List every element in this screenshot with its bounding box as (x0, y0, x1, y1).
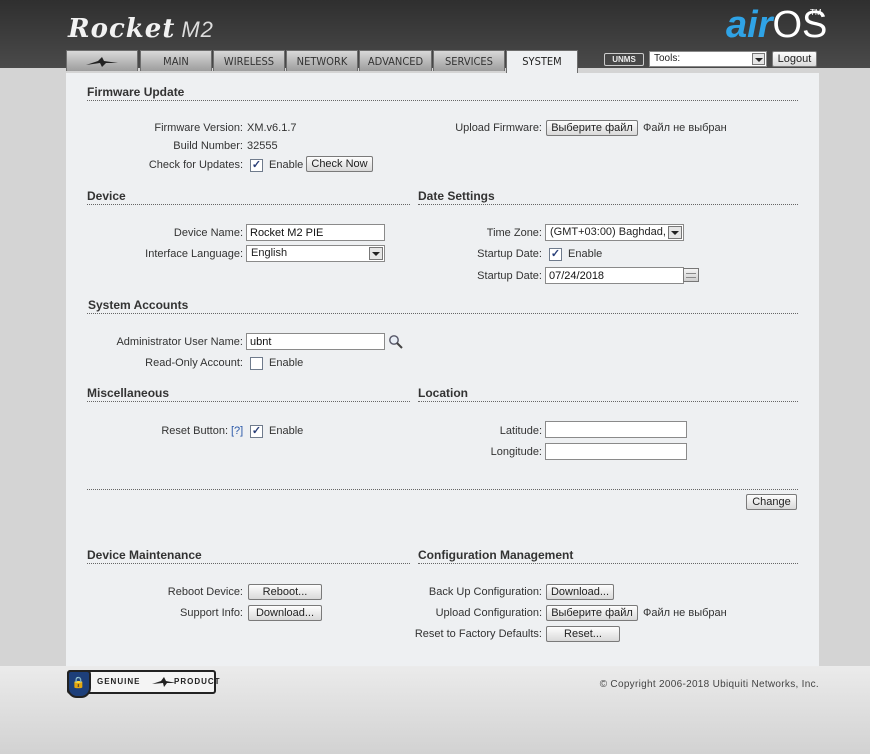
genuine-product-badge: 🔒 GENUINE PRODUCT (67, 670, 220, 698)
logout-button[interactable]: Logout (772, 51, 817, 67)
unms-button[interactable]: UNMS (604, 53, 644, 66)
tab-main[interactable]: MAIN (140, 50, 212, 71)
section-divider (418, 204, 798, 205)
section-title-misc: Miscellaneous (87, 386, 170, 400)
startup-date-label: Startup Date: (477, 270, 542, 282)
change-button[interactable]: Change (746, 494, 797, 510)
interface-language-label: Interface Language: (145, 248, 243, 260)
tab-wireless[interactable]: WIRELESS (213, 50, 285, 71)
chevron-down-icon (369, 247, 383, 260)
tab-system[interactable]: SYSTEM (506, 50, 578, 73)
lock-shield-icon: 🔒 (67, 670, 91, 698)
build-number-label: Build Number: (173, 140, 243, 152)
ubiquiti-logo-icon (86, 57, 118, 67)
firmware-version-value: XM.v6.1.7 (247, 122, 297, 134)
backup-config-label: Back Up Configuration: (428, 586, 542, 598)
tools-value: Tools: (654, 53, 681, 64)
firmware-version-label: Firmware Version: (154, 122, 243, 134)
startup-date-enable-text: Enable (568, 248, 603, 260)
section-divider (87, 489, 798, 490)
genuine-text: GENUINE (97, 677, 141, 686)
upload-config-label: Upload Configuration: (435, 607, 542, 619)
choose-firmware-file-button[interactable]: Выберите файл (546, 120, 638, 136)
support-download-button[interactable]: Download... (248, 605, 322, 621)
section-divider (87, 401, 410, 402)
logo-text: Rocket (68, 14, 176, 44)
time-zone-select[interactable]: (GMT+03:00) Baghdad, I (545, 224, 684, 241)
system-panel: Firmware Update Firmware Version: XM.v6.… (66, 73, 819, 666)
reset-button-enable-text: Enable (269, 425, 304, 437)
startup-date-input[interactable] (545, 267, 684, 284)
tab-services[interactable]: SERVICES (433, 50, 505, 71)
chevron-down-icon (668, 226, 682, 239)
readonly-account-checkbox[interactable] (250, 357, 263, 370)
tab-advanced[interactable]: ADVANCED (359, 50, 432, 71)
reset-help-link[interactable]: [?] (231, 425, 243, 437)
check-updates-label: Check for Updates: (148, 159, 243, 171)
model-text: M2 (181, 17, 214, 42)
trademark-mark: TM (810, 8, 822, 17)
section-title-date: Date Settings (418, 189, 495, 203)
section-title-accounts: System Accounts (88, 298, 189, 312)
calendar-icon[interactable] (683, 268, 699, 282)
interface-language-select[interactable]: English (246, 245, 385, 262)
section-title-firmware: Firmware Update (87, 85, 185, 99)
section-divider (418, 563, 798, 564)
readonly-account-enable-text: Enable (269, 357, 304, 369)
admin-username-label: Administrator User Name: (116, 336, 243, 348)
unms-label: UNMS (612, 55, 636, 64)
section-divider (87, 204, 410, 205)
section-title-config: Configuration Management (418, 548, 574, 562)
magnifier-icon[interactable] (388, 334, 404, 350)
longitude-input[interactable] (545, 443, 687, 460)
startup-date-enable-label: Startup Date: (477, 248, 542, 260)
readonly-account-label: Read-Only Account: (145, 357, 243, 369)
firmware-file-status: Файл не выбран (643, 122, 727, 134)
airos-logo: airOS TM (726, 4, 827, 47)
reset-button-checkbox[interactable]: ✓ (250, 425, 263, 438)
section-title-device: Device (87, 189, 126, 203)
check-now-button[interactable]: Check Now (306, 156, 373, 172)
section-divider (87, 100, 798, 101)
product-text: PRODUCT (174, 677, 221, 686)
interface-language-value: English (251, 247, 288, 259)
upload-firmware-label: Upload Firmware: (455, 122, 542, 134)
device-name-label: Device Name: (173, 227, 243, 239)
longitude-label: Longitude: (490, 446, 542, 458)
airos-air-text: air (726, 4, 773, 46)
reset-button-label: Reset Button: (161, 425, 228, 437)
tools-select[interactable]: Tools: (649, 51, 767, 67)
time-zone-value: (GMT+03:00) Baghdad, I (550, 226, 672, 238)
tab-network[interactable]: NETWORK (286, 50, 358, 71)
section-divider (87, 563, 410, 564)
product-logo: Rocket M2 (68, 14, 214, 44)
choose-config-file-button[interactable]: Выберите файл (546, 605, 638, 621)
startup-date-checkbox[interactable]: ✓ (549, 248, 562, 261)
latitude-input[interactable] (545, 421, 687, 438)
support-info-label: Support Info: (180, 607, 243, 619)
device-name-input[interactable] (246, 224, 385, 241)
reboot-device-label: Reboot Device: (167, 586, 243, 598)
section-title-maintenance: Device Maintenance (87, 548, 202, 562)
chevron-down-icon (752, 53, 765, 65)
config-file-status: Файл не выбран (643, 607, 727, 619)
latitude-label: Latitude: (499, 425, 542, 437)
check-updates-enable-label: Enable (269, 159, 304, 171)
admin-username-input[interactable] (246, 333, 385, 350)
build-number-value: 32555 (247, 140, 278, 152)
reboot-button[interactable]: Reboot... (248, 584, 322, 600)
factory-reset-button[interactable]: Reset... (546, 626, 620, 642)
section-divider (87, 313, 798, 314)
copyright-text: © Copyright 2006-2018 Ubiquiti Networks,… (599, 679, 819, 690)
backup-download-button[interactable]: Download... (546, 584, 614, 600)
section-divider (418, 401, 798, 402)
section-title-location: Location (418, 386, 468, 400)
tab-ubiquiti-logo[interactable] (66, 50, 138, 71)
factory-reset-label: Reset to Factory Defaults: (414, 628, 542, 640)
time-zone-label: Time Zone: (486, 227, 542, 239)
check-updates-checkbox[interactable]: ✓ (250, 159, 263, 172)
